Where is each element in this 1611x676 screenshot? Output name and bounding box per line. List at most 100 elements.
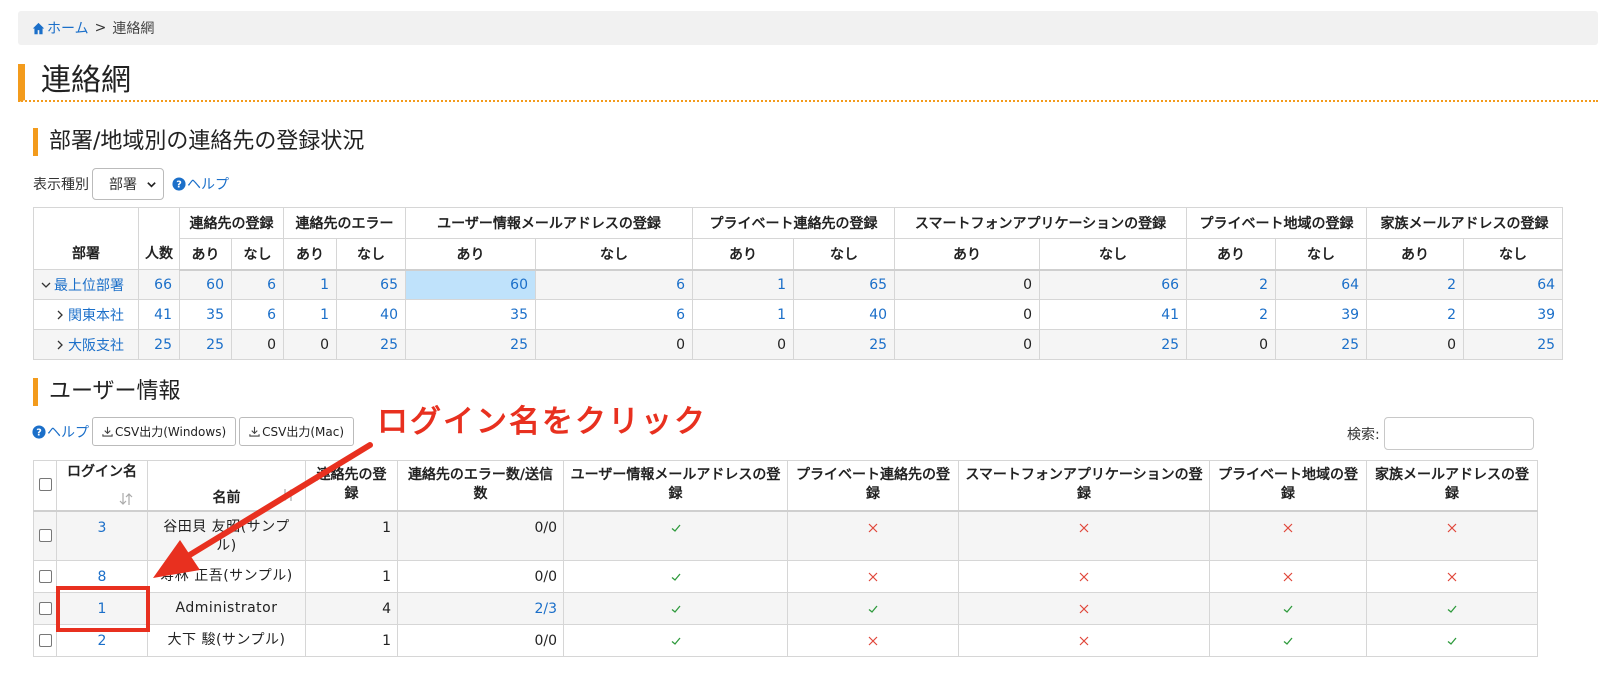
registration-mark-cell (958, 510, 1210, 561)
help-link-section2[interactable]: ? ヘルプ (32, 422, 89, 442)
dept-link[interactable]: 最上位部署 (54, 278, 124, 294)
group-header: スマートフォンアプリケーションの登録 (894, 207, 1188, 239)
row-checkbox-cell (33, 510, 57, 561)
chevron-down-icon[interactable] (40, 279, 52, 291)
column-header-smartphone-app[interactable]: スマートフォンアプリケーションの登録 (958, 460, 1210, 512)
count-link[interactable]: 25 (1039, 329, 1188, 360)
chevron-right-icon[interactable] (54, 339, 66, 351)
count-link[interactable]: 6 (231, 299, 284, 330)
count-link[interactable]: 2 (1366, 269, 1465, 300)
column-header-contacts[interactable]: 連絡先の登録 (305, 460, 398, 512)
count-cell: 0 (894, 269, 1041, 300)
count-link[interactable]: 39 (1463, 299, 1564, 330)
count-link[interactable]: 1 (283, 299, 337, 330)
count-link[interactable]: 25 (1275, 329, 1368, 360)
sub-header-yes: あり (283, 238, 337, 271)
count-link[interactable]: 25 (1463, 329, 1564, 360)
chevron-right-icon[interactable] (54, 309, 66, 321)
count-link[interactable]: 2 (1366, 299, 1465, 330)
registration-mark-cell (787, 592, 959, 625)
display-type-select[interactable]: 部署 (92, 168, 164, 200)
column-header-errors[interactable]: 連絡先のエラー数/送信数 (397, 460, 564, 512)
login-cell: 3 (56, 510, 148, 561)
count-link[interactable]: 1 (692, 299, 795, 330)
dept-link[interactable]: 関東本社 (68, 308, 124, 324)
help-link-label: ヘルプ (47, 424, 89, 441)
check-icon (671, 573, 680, 581)
dept-link[interactable]: 大阪支社 (68, 338, 124, 354)
count-link[interactable]: 35 (405, 299, 536, 330)
row-checkbox[interactable] (38, 529, 52, 543)
download-icon (249, 426, 260, 437)
count-link[interactable]: 1 (692, 269, 795, 300)
login-name-link[interactable]: 2 (98, 633, 107, 649)
search-row: 検索: (1347, 417, 1534, 450)
registration-mark-cell (958, 592, 1210, 625)
login-name-link[interactable]: 3 (98, 520, 107, 536)
count-link[interactable]: 39 (1275, 299, 1368, 330)
row-checkbox[interactable] (38, 602, 52, 615)
count-link[interactable]: 64 (1275, 269, 1368, 300)
sub-header-no: なし (231, 238, 284, 271)
count-link[interactable]: 66 (1039, 269, 1188, 300)
csv-mac-button[interactable]: CSV出力(Mac) (239, 417, 355, 446)
search-input[interactable] (1383, 417, 1534, 450)
breadcrumb-home-link[interactable]: ホーム (32, 18, 89, 38)
csv-windows-button[interactable]: CSV出力(Windows) (92, 417, 237, 446)
user-name: 谷田貝 友昭(サンプル) (147, 510, 306, 561)
count-link[interactable]: 40 (793, 299, 896, 330)
table-row: 3 谷田貝 友昭(サンプル) 1 0/0 (33, 510, 1538, 561)
count-link[interactable]: 6 (231, 269, 284, 300)
help-link-section1[interactable]: ? ヘルプ (172, 174, 229, 194)
count-link[interactable]: 25 (793, 329, 896, 360)
column-header-private-region[interactable]: プライベート地域の登録 (1209, 460, 1367, 512)
count-link[interactable]: 6 (534, 269, 694, 300)
column-header-login[interactable]: ログイン名 (56, 460, 148, 512)
group-header: 家族メールアドレスの登録 (1366, 207, 1564, 239)
count-link[interactable]: 64 (1463, 269, 1564, 300)
column-header-count: 人数 (138, 207, 180, 270)
group-header: 連絡先の登録 (179, 207, 284, 239)
count-link[interactable]: 25 (179, 329, 232, 360)
check-icon (1283, 605, 1293, 613)
row-checkbox[interactable] (38, 634, 52, 647)
registration-status-table: 部署 人数 連絡先の登録 連絡先のエラー ユーザー情報メールアドレスの登録 プラ… (33, 207, 1564, 360)
column-header-user-email[interactable]: ユーザー情報メールアドレスの登録 (563, 460, 788, 512)
count-link[interactable]: 2 (1186, 299, 1277, 330)
group-header: ユーザー情報メールアドレスの登録 (404, 207, 694, 239)
column-header-private-contact[interactable]: プライベート連絡先の登録 (787, 460, 959, 512)
count-link[interactable]: 60 (179, 269, 232, 300)
column-header-name[interactable]: 名前 (147, 460, 306, 512)
count-link[interactable]: 2 (1186, 269, 1277, 300)
help-link-label: ヘルプ (187, 177, 229, 193)
select-all-checkbox[interactable] (38, 478, 52, 492)
count-link[interactable]: 60 (405, 269, 536, 300)
count-link[interactable]: 41 (138, 299, 180, 330)
registration-mark-cell (1366, 592, 1538, 625)
login-name-link[interactable]: 8 (98, 569, 107, 585)
table-row: 1 Administrator 4 2/3 (33, 592, 1538, 625)
sub-header-no: なし (793, 238, 896, 271)
count-link[interactable]: 25 (336, 329, 406, 360)
cross-icon (1079, 636, 1089, 645)
count-link[interactable]: 41 (1039, 299, 1188, 330)
cross-icon (868, 636, 878, 645)
registration-mark-cell (1209, 592, 1367, 625)
column-header-name-label: 名前 (212, 489, 241, 506)
error-count-cell: 0/0 (397, 560, 564, 593)
count-link[interactable]: 25 (138, 329, 180, 360)
row-checkbox[interactable] (38, 570, 52, 583)
breadcrumb-home-label: ホーム (47, 21, 89, 37)
error-count-link[interactable]: 2/3 (534, 601, 557, 617)
count-link[interactable]: 1 (283, 269, 337, 300)
count-link[interactable]: 66 (138, 269, 180, 300)
count-link[interactable]: 25 (405, 329, 536, 360)
count-link[interactable]: 6 (534, 299, 694, 330)
check-icon (1447, 637, 1457, 645)
count-link[interactable]: 65 (336, 269, 406, 300)
table-row: 大阪支社 25 25 0 0 25 25 0 0 25 0 25 0 25 0 25 (33, 329, 1564, 360)
column-header-family-email[interactable]: 家族メールアドレスの登録 (1366, 460, 1538, 512)
count-link[interactable]: 35 (179, 299, 232, 330)
count-link[interactable]: 40 (336, 299, 406, 330)
count-link[interactable]: 65 (793, 269, 896, 300)
